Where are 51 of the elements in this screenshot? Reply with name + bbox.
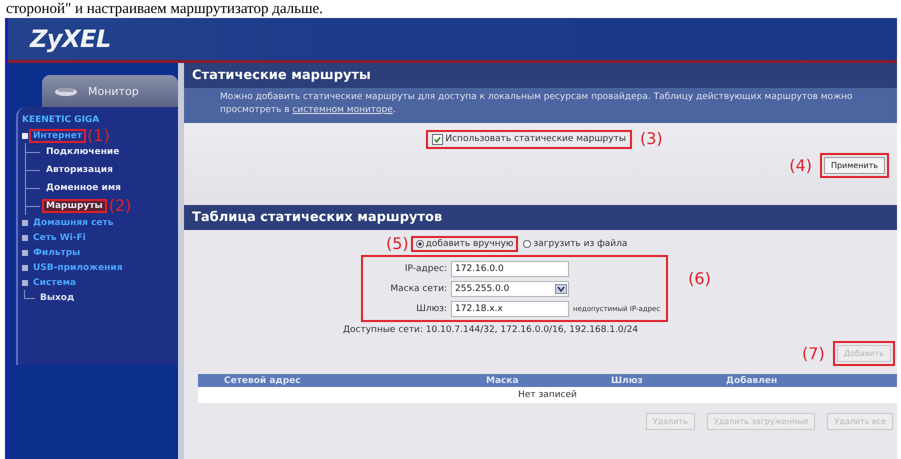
column-header: Сетевой адрес [224, 376, 302, 386]
annotation-number: (3) [640, 131, 663, 147]
column-header: Маска [486, 376, 520, 386]
menu-item[interactable]: USB-приложения [31, 262, 124, 272]
description-text: Можно добавить статические маршруты для доступа к локальным ресурсам провайдера. Таблицу действующих маршрутов можно просмотреть в системном мониторе. [184, 88, 897, 123]
expand-icon[interactable] [22, 234, 28, 240]
expand-icon[interactable] [22, 264, 28, 270]
menu-item[interactable]: Выход [38, 292, 76, 302]
menu-item[interactable]: Фильтры [31, 248, 82, 258]
column-header: Добавлен [726, 376, 778, 386]
annotation-number: (7) [802, 346, 825, 362]
monitor-link[interactable]: системном мониторе [292, 105, 393, 115]
column-header: Шлюз [611, 376, 644, 386]
caption-text: стороной" и настраиваем маршрутизатор дальше. [5, 0, 324, 18]
router-icon [54, 85, 78, 97]
available-networks-text: Доступные сети: 10.10.7.144/32, 172.16.0.0/16, 192.168.1.0/24 [343, 325, 640, 335]
expand-icon[interactable] [22, 220, 28, 226]
dropdown-icon [557, 286, 565, 292]
logo: ZyXEL [30, 25, 111, 53]
radio-option[interactable]: загрузить из файла [520, 238, 630, 250]
check-icon [433, 134, 442, 144]
apply-button[interactable]: Применить [824, 157, 885, 174]
section-title: Таблица статических маршрутов [184, 205, 897, 230]
empty-table-text: Нет записей [518, 390, 577, 400]
monitor-tab[interactable]: Монитор [42, 75, 178, 107]
menu-item[interactable]: Сеть Wi-Fi [31, 232, 88, 242]
expand-icon[interactable] [22, 250, 28, 256]
menu-item[interactable]: Интернет [31, 130, 84, 140]
field-label: Маска сети: [389, 284, 447, 294]
annotation-number: (2) [108, 198, 132, 214]
field-label: IP-адрес: [404, 264, 447, 274]
annotation-number: (1) [87, 128, 110, 144]
field-label: Шлюз: [415, 304, 447, 314]
input-field[interactable]: 172.16.0.0 [451, 260, 569, 276]
annotation-number: (4) [789, 158, 812, 174]
annotation-number: (5) [386, 236, 409, 252]
expand-icon[interactable] [22, 132, 28, 138]
annotation-number: (6) [688, 270, 711, 286]
menu-item[interactable]: Домашняя сеть [31, 218, 116, 228]
device-name: KEENETIC GIGA [22, 115, 100, 125]
submenu-item[interactable]: Авторизация [44, 165, 115, 175]
input-field[interactable]: 172.18.x.x [451, 300, 569, 316]
expand-icon[interactable] [22, 280, 28, 286]
radio-option[interactable]: добавить вручную [412, 238, 516, 250]
use-routes-checkbox[interactable]: Использовать статические маршруты [428, 132, 630, 146]
dropdown-field[interactable]: 255.255.0.0 [451, 280, 569, 296]
menu-item[interactable]: Система [31, 278, 78, 288]
submenu-item[interactable]: Маршруты [44, 201, 105, 211]
submenu-item[interactable]: Подключение [44, 147, 122, 157]
section-title: Статические маршруты [184, 63, 897, 88]
submenu-item[interactable]: Доменное имя [44, 183, 123, 193]
